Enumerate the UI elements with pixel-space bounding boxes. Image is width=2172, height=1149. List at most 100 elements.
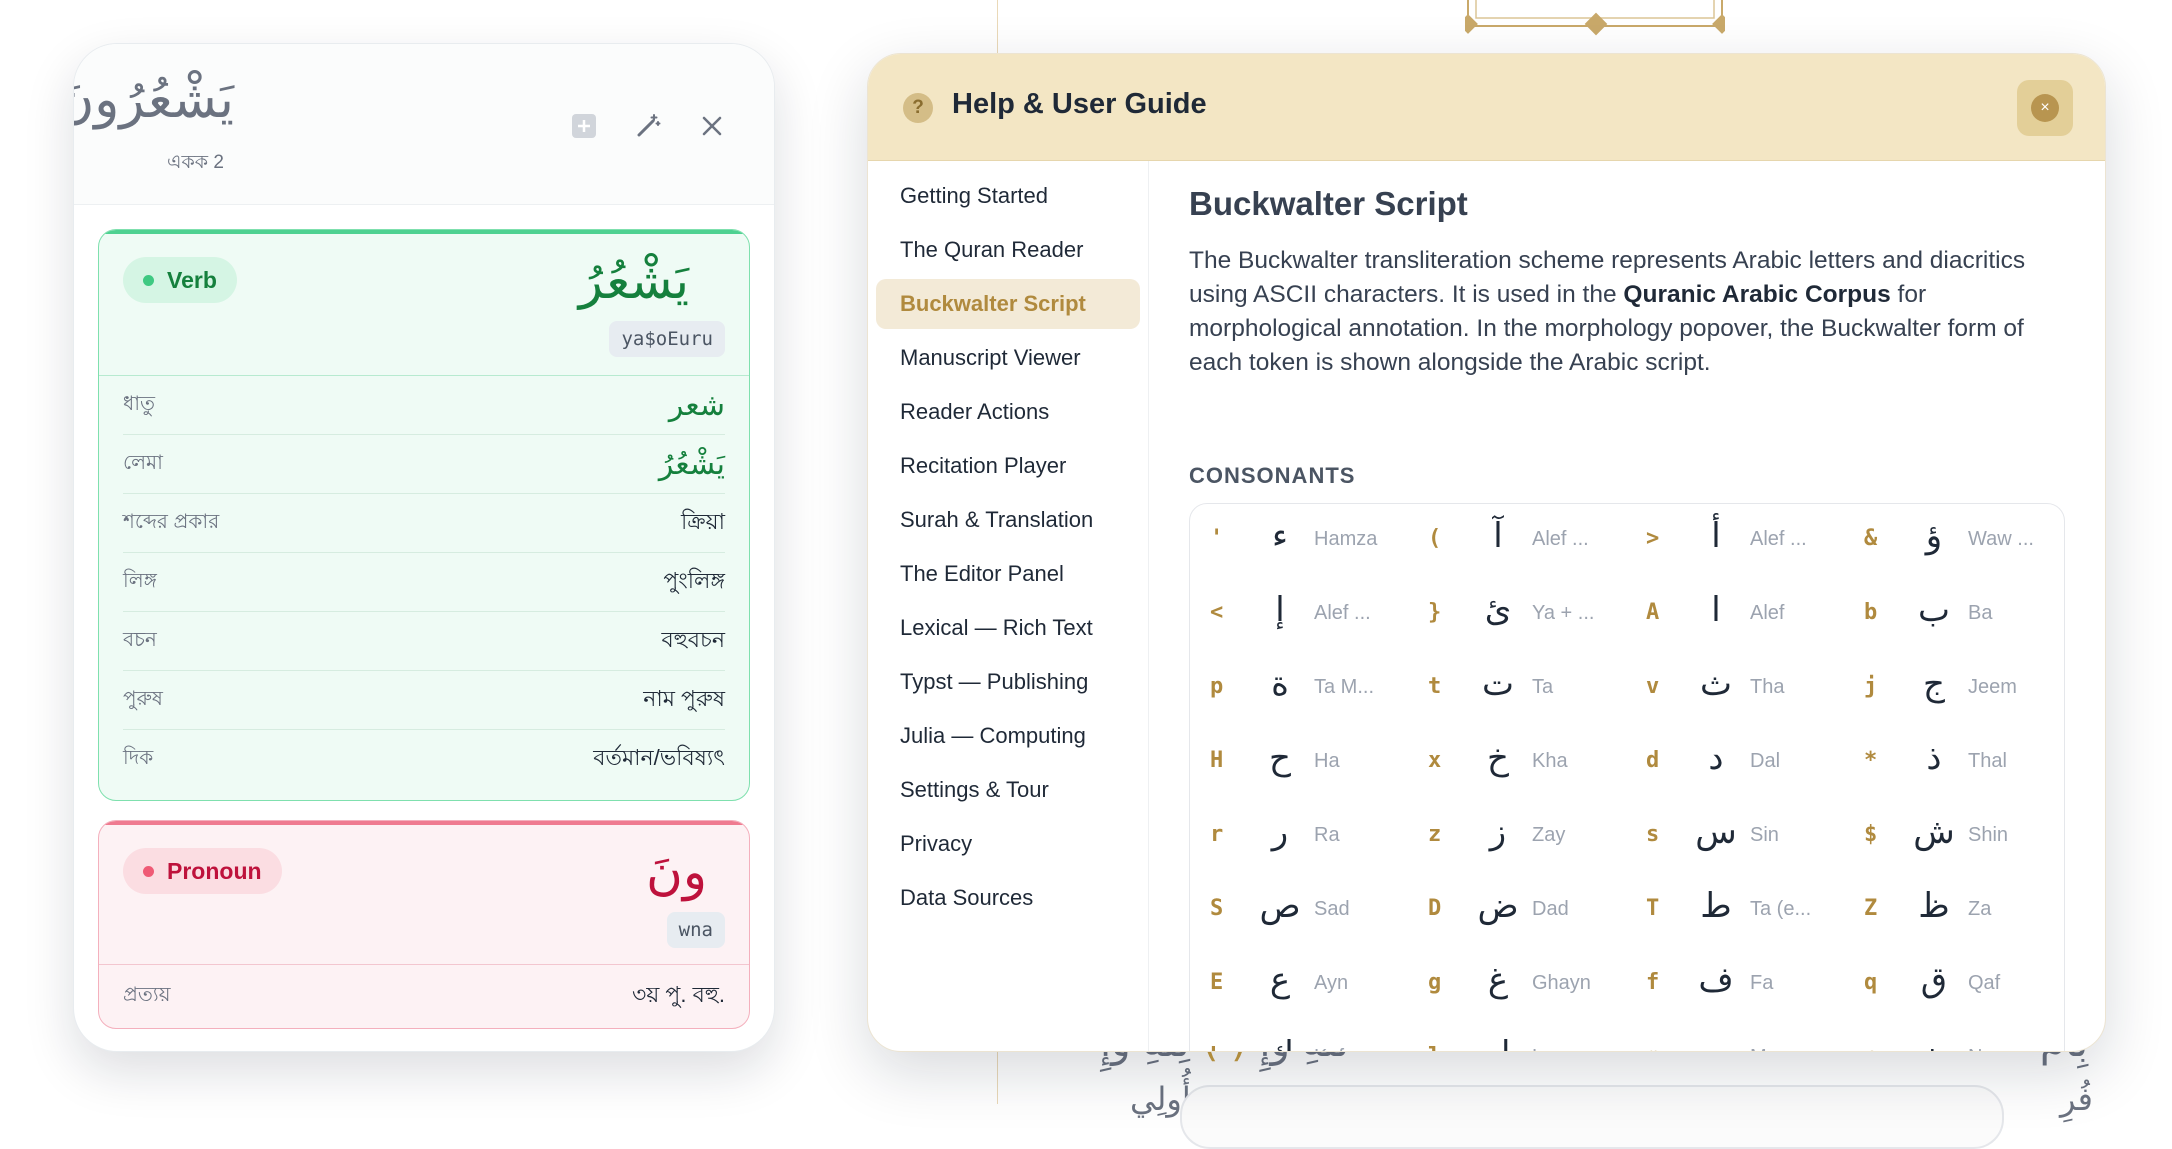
- consonant-buckwalter: s: [1646, 822, 1660, 847]
- consonant-name: Thal: [1968, 750, 2007, 772]
- consonant-name: Ra: [1314, 824, 1340, 846]
- consonant-buckwalter: E: [1210, 970, 1224, 995]
- consonant-name: Ghayn: [1532, 972, 1591, 994]
- plus-square-icon: [572, 114, 596, 138]
- nav-buckwalter-script[interactable]: Buckwalter Script: [876, 279, 1140, 329]
- consonant-arabic: ذ: [1926, 738, 1942, 778]
- consonant-arabic: ض: [1477, 886, 1519, 926]
- consonant-name: Lam: [1532, 1046, 1571, 1051]
- consonant-buckwalter: S: [1210, 896, 1224, 921]
- nav-getting-started[interactable]: Getting Started: [876, 171, 1140, 221]
- nav-typst[interactable]: Typst — Publishing: [876, 657, 1140, 707]
- pronoun-card: Pronoun ونَ wna প্রত্যয় ৩য় পু. বহু.: [98, 820, 750, 1029]
- nav-recitation-player[interactable]: Recitation Player: [876, 441, 1140, 491]
- consonant-buckwalter: }: [1428, 600, 1442, 625]
- consonant-buckwalter: &: [1864, 526, 1878, 551]
- consonant-cell: S ص Sad: [1190, 874, 1408, 948]
- consonant-arabic: ا: [1711, 590, 1721, 630]
- feature-value: شعر: [668, 387, 725, 423]
- feature-label: ধাতু: [123, 392, 156, 415]
- feature-value: يَشْعُرُ: [658, 446, 725, 482]
- consonant-arabic: ظ: [1918, 886, 1950, 926]
- consonant-name: Nun: [1968, 1046, 2005, 1051]
- consonant-arabic: ج: [1923, 664, 1945, 704]
- popover-header: يَشْعُرُونَ একক 2: [74, 44, 774, 205]
- consonant-buckwalter: ': [1210, 526, 1224, 551]
- consonant-buckwalter: b: [1864, 600, 1878, 625]
- help-header: ? Help & User Guide ×: [868, 54, 2105, 161]
- nav-privacy[interactable]: Privacy: [876, 819, 1140, 869]
- consonant-buckwalter: m: [1646, 1044, 1659, 1051]
- close-popover-button[interactable]: [692, 106, 732, 146]
- feature-row-gender: লিঙ্গ পুংলিঙ্গ: [123, 553, 725, 612]
- consonant-cell: A ا Alef: [1626, 578, 1844, 652]
- consonant-name: Alef ...: [1750, 528, 1807, 550]
- nav-reader-actions[interactable]: Reader Actions: [876, 387, 1140, 437]
- nav-surah-translation[interactable]: Surah & Translation: [876, 495, 1140, 545]
- nav-julia[interactable]: Julia — Computing: [876, 711, 1140, 761]
- feature-label: দিক: [123, 746, 154, 769]
- consonant-cell: E ع Ayn: [1190, 948, 1408, 1022]
- consonant-arabic: ز: [1489, 812, 1507, 852]
- consonant-name: Dad: [1532, 898, 1569, 920]
- consonant-name: Kaf: [1314, 1046, 1344, 1051]
- feature-label: লিঙ্গ: [123, 569, 157, 592]
- consonant-cell: f ف Fa: [1626, 948, 1844, 1022]
- consonant-name: Waw ...: [1968, 528, 2034, 550]
- consonant-arabic: ع: [1269, 960, 1291, 1000]
- consonant-arabic: ق: [1920, 960, 1948, 1000]
- add-button[interactable]: [564, 106, 604, 146]
- feature-label: শব্দের প্রকার: [123, 510, 220, 533]
- nav-quran-reader[interactable]: The Quran Reader: [876, 225, 1140, 275]
- ornament-frame: [1465, 0, 1725, 36]
- feature-label: লেমা: [123, 451, 163, 474]
- nav-editor-panel[interactable]: The Editor Panel: [876, 549, 1140, 599]
- feature-row-number: বচন বহুবচন: [123, 612, 725, 671]
- feature-label: পুরুষ: [123, 687, 163, 710]
- nav-lexical[interactable]: Lexical — Rich Text: [876, 603, 1140, 653]
- verb-card-header: Verb يَشْعُرُ ya$oEuru: [99, 230, 749, 376]
- consonant-cell: l ل Lam: [1408, 1022, 1626, 1051]
- pronoun-buckwalter: wna: [666, 912, 725, 948]
- consonant-buckwalter: l: [1428, 1044, 1441, 1051]
- consonant-cell: g غ Ghayn: [1408, 948, 1626, 1022]
- consonant-arabic: أ: [1711, 516, 1721, 556]
- consonant-cell: m م Meem: [1626, 1022, 1844, 1051]
- consonant-cell: * ذ Thal: [1844, 726, 2062, 800]
- magic-wand-button[interactable]: [628, 106, 668, 146]
- consonant-buckwalter: Z: [1864, 896, 1878, 921]
- nav-manuscript-viewer[interactable]: Manuscript Viewer: [876, 333, 1140, 383]
- consonant-buckwalter: r: [1210, 822, 1224, 847]
- consonant-cell: t ت Ta: [1408, 652, 1626, 726]
- feature-value: ক্রিয়া: [680, 508, 725, 534]
- consonant-cell: s س Sin: [1626, 800, 1844, 874]
- consonant-name: Alef ...: [1314, 602, 1371, 624]
- consonant-arabic: ل: [1468, 1034, 1528, 1051]
- consonant-name: Zay: [1532, 824, 1566, 846]
- consonant-buckwalter: t: [1428, 674, 1442, 699]
- consonant-cell: z ز Zay: [1408, 800, 1626, 874]
- help-close-button[interactable]: ×: [2017, 80, 2073, 136]
- consonant-cell: } ئ Ya + ...: [1408, 578, 1626, 652]
- help-title: Help & User Guide: [952, 88, 1207, 120]
- consonant-arabic: إ: [1275, 590, 1285, 630]
- consonant-name: Ta M...: [1314, 676, 1375, 698]
- consonant-name: Sad: [1314, 898, 1350, 920]
- nav-settings-tour[interactable]: Settings & Tour: [876, 765, 1140, 815]
- consonant-arabic: خ: [1487, 738, 1509, 778]
- consonant-arabic: ئ: [1484, 590, 1512, 630]
- background-input-pill: [1180, 1085, 2004, 1149]
- feature-row-person: পুরুষ নাম পুরুষ: [123, 671, 725, 730]
- corpus-name: Quranic Arabic Corpus: [1623, 281, 1891, 308]
- nav-data-sources[interactable]: Data Sources: [876, 873, 1140, 923]
- consonants-table: ' ء Hamza (آ Alef ... > أ Alef ... & ؤ Waw ... < إ Al…: [1189, 503, 2065, 1051]
- magic-wand-icon: [637, 114, 661, 137]
- word-unit-label: একক 2: [167, 152, 224, 173]
- pronoun-badge: Pronoun: [123, 848, 282, 894]
- consonant-buckwalter: p: [1210, 674, 1224, 699]
- consonant-arabic: ة: [1271, 664, 1289, 704]
- pronoun-card-header: Pronoun ونَ wna: [99, 821, 749, 965]
- consonant-buckwalter: *: [1864, 748, 1878, 773]
- section-description: The Buckwalter transliteration scheme re…: [1189, 247, 2026, 376]
- word-arabic: يَشْعُرُونَ: [73, 70, 234, 130]
